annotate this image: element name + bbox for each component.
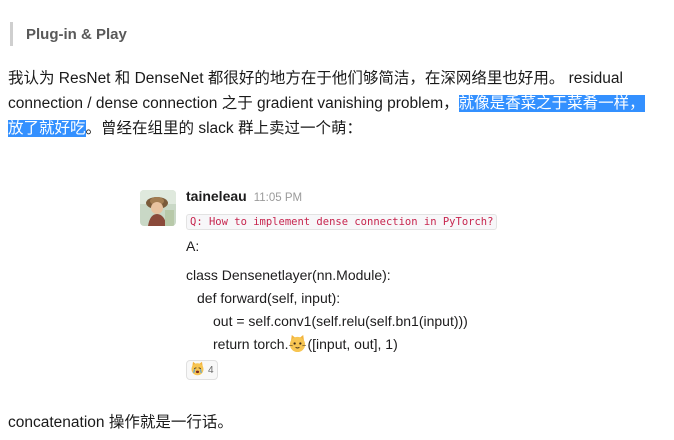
reaction-count: 4 (208, 364, 214, 376)
crying-cat-face-emoji-icon (190, 361, 205, 380)
code-return-suffix: ([input, out], 1) (307, 336, 398, 352)
message-body: taineleau 11:05 PM Q: How to implement d… (186, 188, 558, 380)
emoji-reaction[interactable]: 4 (186, 360, 218, 380)
outro-paragraph: concatenation 操作就是一行话。 (8, 414, 233, 431)
question-inline-code: Q: How to implement dense connection in … (186, 214, 498, 230)
code-line-class: class Densenetlayer(nn.Module): (186, 267, 391, 283)
code-line-forward: def forward(self, input): (197, 290, 341, 306)
user-avatar-photo-icon[interactable] (140, 190, 176, 226)
article-page: Plug-in & Play 我认为 ResNet 和 DenseNet 都很好… (0, 0, 674, 440)
code-return-prefix: return torch. (213, 336, 289, 352)
intro-paragraph: 我认为 ResNet 和 DenseNet 都很好的地方在于他们够简洁，在深网络… (8, 66, 658, 141)
cat-face-emoji-icon (288, 334, 307, 353)
code-line-conv: out = self.conv1(self.relu(self.bn1(inpu… (213, 313, 468, 329)
section-heading: Plug-in & Play (10, 22, 127, 46)
answer-label: A: (186, 238, 200, 254)
username[interactable]: taineleau (186, 188, 247, 204)
slack-message-screenshot: taineleau 11:05 PM Q: How to implement d… (140, 188, 560, 383)
message-header: taineleau 11:05 PM (186, 188, 558, 210)
code-line-return: return torch. ([input, out], 1) (186, 333, 558, 356)
intro-text-end: 。曾经在组里的 slack 群上卖过一个萌： (85, 120, 362, 137)
message-timestamp[interactable]: 11:05 PM (254, 192, 302, 204)
section-title: Plug-in & Play (26, 25, 127, 43)
